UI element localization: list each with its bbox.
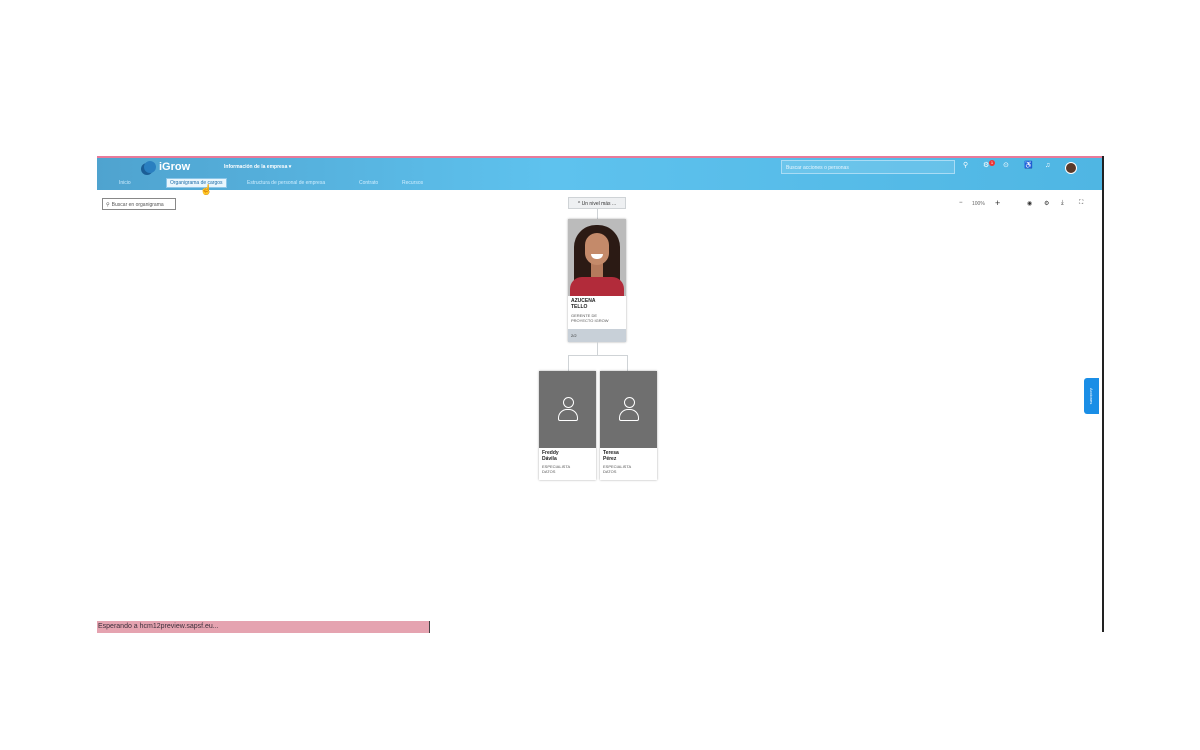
org-search-placeholder: Buscar en organigrama: [111, 202, 164, 208]
card-title: GERENTE DE PROYECTO IGROW: [571, 313, 609, 323]
zoom-in-button[interactable]: +: [995, 198, 1000, 208]
search-icon: ⚲: [106, 202, 110, 208]
zoom-level: 100%: [972, 201, 985, 207]
zoom-out-button[interactable]: −: [959, 200, 963, 206]
placeholder-photo: [600, 371, 657, 448]
placeholder-photo: [539, 371, 596, 448]
status-bar: Esperando a hcm12preview.sapsf.eu...: [97, 621, 430, 633]
settings-icon[interactable]: ⚙: [1044, 200, 1049, 207]
view-icon[interactable]: ◉: [1027, 200, 1032, 207]
card-footer[interactable]: 2/2: [568, 329, 626, 342]
card-title: ESPECIALISTA DATOS: [603, 464, 632, 474]
help-icon[interactable]: ⊙: [1003, 162, 1009, 170]
tab-recursos[interactable]: Recursos: [402, 180, 423, 186]
connector-line: [627, 355, 628, 371]
card-title: ESPECIALISTA DATOS: [542, 464, 571, 474]
connector-line: [597, 209, 598, 219]
tab-estructura[interactable]: Estructura de personal de empresa: [247, 180, 325, 186]
download-icon[interactable]: ⤓: [1061, 200, 1064, 207]
user-avatar[interactable]: [1065, 162, 1077, 174]
tab-bar: Inicio Organigrama de cargos Estructura …: [97, 178, 1102, 190]
org-card-child[interactable]: Freddy Dávila ESPECIALISTA DATOS: [539, 371, 596, 480]
connector-line: [568, 355, 569, 371]
fullscreen-icon[interactable]: ⛶: [1079, 200, 1083, 207]
person-icon: [557, 396, 579, 423]
card-name: Teresa Pérez: [603, 450, 619, 462]
tab-contrato[interactable]: Contrato: [359, 180, 378, 186]
notification-badge: 1: [989, 160, 995, 166]
bell-icon[interactable]: ♫: [1045, 162, 1050, 170]
module-menu-label: Información de la empresa: [224, 164, 288, 170]
app-window: iGrow Información de la empresa ▾ Buscar…: [97, 156, 1104, 632]
connector-line: [597, 342, 598, 355]
tab-inicio[interactable]: Inicio: [119, 180, 131, 186]
access-icon[interactable]: ♿: [1024, 162, 1033, 170]
header-bar: iGrow Información de la empresa ▾ Buscar…: [97, 158, 1102, 190]
up-level-label: Un nivel más ...: [581, 201, 617, 207]
logo-text: iGrow: [159, 161, 191, 173]
up-one-level-button[interactable]: ^ Un nivel más ...: [568, 197, 626, 209]
hand-cursor-icon: ☝: [200, 185, 213, 196]
search-icon[interactable]: ⚲: [963, 162, 968, 170]
chevron-down-icon: ▾: [288, 164, 292, 170]
org-card-child[interactable]: Teresa Pérez ESPECIALISTA DATOS: [600, 371, 657, 480]
profile-photo: [568, 219, 626, 296]
tab-organigrama[interactable]: Organigrama de cargos: [166, 178, 227, 188]
card-name: Freddy Dávila: [542, 450, 559, 462]
card-name: AZUCENA TELLO: [571, 298, 596, 310]
global-search-input[interactable]: Buscar acciones o personas: [781, 160, 955, 174]
person-icon: [618, 396, 640, 423]
actions-side-tab[interactable]: Acciones: [1084, 378, 1099, 414]
logo[interactable]: iGrow: [144, 161, 190, 173]
org-search-input[interactable]: ⚲ Buscar en organigrama: [102, 198, 176, 210]
org-card-root[interactable]: AZUCENA TELLO GERENTE DE PROYECTO IGROW …: [568, 219, 626, 342]
module-menu[interactable]: Información de la empresa ▾: [224, 164, 291, 170]
connector-line: [568, 355, 628, 356]
logo-icon: [144, 161, 156, 173]
